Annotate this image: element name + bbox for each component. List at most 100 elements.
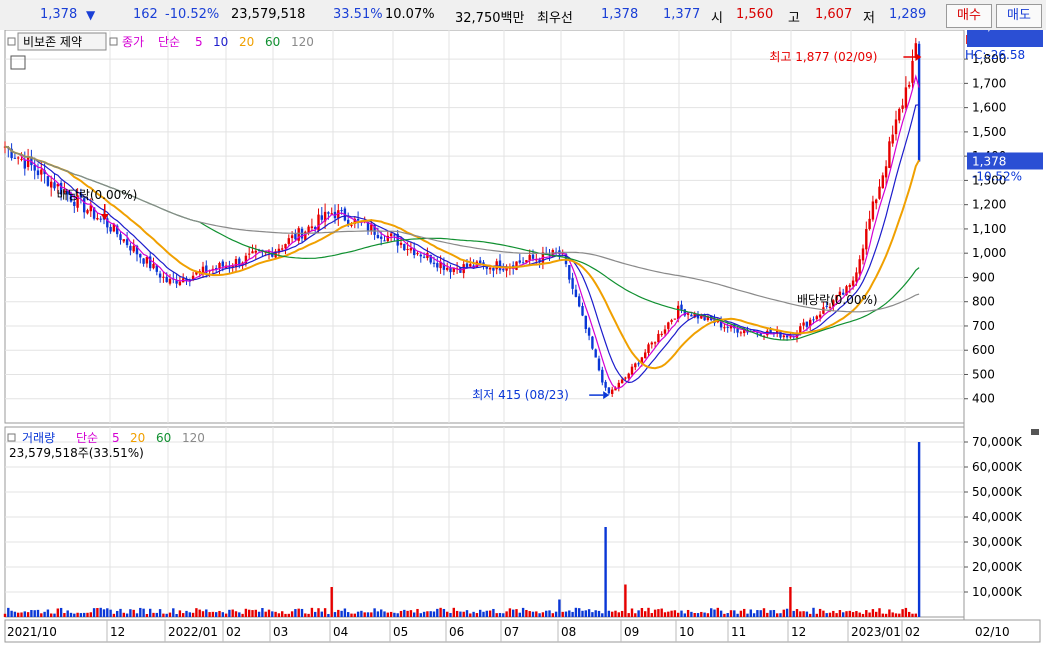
volume-bar [46, 609, 50, 617]
candle-body [868, 218, 871, 230]
candle-body [911, 60, 914, 83]
volume-bar [380, 609, 383, 617]
volume-bar [238, 612, 241, 617]
volume-bar [894, 613, 898, 617]
candle-body [891, 134, 894, 144]
candle-body [799, 326, 802, 334]
volume-bar [419, 613, 422, 617]
candle-body [340, 210, 343, 212]
candle-body [653, 342, 657, 344]
high-price: 1,607 [815, 7, 853, 22]
candle-body [281, 248, 284, 250]
volume-bar [92, 608, 96, 617]
x-axis-label: 08 [561, 625, 576, 639]
volume-bar [277, 613, 281, 617]
price-down-arrow-icon: ▼ [86, 8, 96, 22]
candle-body [736, 328, 739, 333]
volume-bar [871, 609, 875, 617]
volume-bar [182, 613, 185, 617]
volume-bar [492, 608, 495, 617]
volume-bar [228, 609, 231, 617]
volume-bar [558, 599, 561, 617]
candle-body [125, 239, 129, 246]
volume-bar [59, 607, 63, 617]
volume-bar [611, 611, 614, 617]
sell-button[interactable]: 매도 [996, 4, 1042, 28]
candle-body [436, 263, 439, 268]
candle-body [888, 141, 891, 168]
buy-button[interactable]: 매수 [946, 4, 992, 28]
volume-bar [719, 610, 723, 617]
stock-chart[interactable]: 1,8001,7001,6001,5001,4001,3001,2001,100… [0, 30, 1046, 648]
volume-bar [198, 609, 201, 617]
volume-bar [759, 610, 762, 617]
volume-bar [43, 611, 46, 617]
volume-bar [89, 612, 92, 617]
volume-legend-label: 거래량 [22, 431, 55, 445]
volume-bar [287, 613, 290, 617]
x-axis-label: 02 [226, 625, 241, 639]
candle-body [165, 276, 168, 283]
candle-body [726, 326, 729, 328]
volume-bar [271, 611, 274, 617]
volume-bar [284, 613, 287, 617]
volume-bar [442, 608, 446, 617]
volume-bar [399, 610, 403, 617]
volume-bar [66, 610, 69, 617]
candle-body [670, 320, 673, 322]
volume-bar [119, 608, 122, 617]
volume-bar [848, 610, 851, 617]
volume-bar [436, 608, 439, 617]
volume-bar [429, 611, 432, 617]
volume-bar [779, 613, 782, 617]
volume-bar [601, 613, 604, 617]
volume-bar [76, 612, 79, 617]
candle-body [518, 260, 521, 263]
volume-bar [13, 611, 17, 617]
volume-bar [799, 611, 802, 617]
volume-bar [317, 608, 320, 617]
candle-body [109, 226, 112, 232]
volume-bar [822, 610, 825, 617]
volume-tick-label: 60,000K [972, 460, 1023, 474]
candle-body [677, 305, 680, 320]
volume-bar [614, 610, 617, 617]
volume-bar [33, 610, 36, 617]
dividend-annotation-1: 배당락(0.00%) [57, 188, 138, 202]
volume-bar [294, 609, 297, 617]
price-tick-label: 1,700 [972, 76, 1006, 90]
candle-body [723, 327, 726, 329]
best-ask: 1,378 [601, 7, 639, 22]
candle-body [894, 119, 898, 135]
candle-body [86, 210, 89, 214]
volume-bar [809, 613, 812, 617]
volume-bar [647, 607, 650, 617]
volume-bar [726, 613, 729, 617]
volume-bar [667, 611, 670, 617]
volume-bar [373, 608, 376, 617]
candle-body [878, 186, 881, 199]
candle-body [789, 336, 792, 338]
price-tick-label: 1,100 [972, 222, 1006, 236]
volume-bar [30, 610, 33, 617]
volume-bar [356, 611, 360, 617]
volume-bar [149, 608, 152, 617]
volume-bar [422, 611, 426, 617]
volume-bar [195, 608, 198, 617]
candle-body [627, 373, 630, 379]
candle-body [667, 322, 670, 329]
volume-bar [875, 611, 878, 617]
volume-bar [512, 609, 515, 617]
last-ratio-label: 33.51% [972, 30, 1018, 33]
candle-body [297, 228, 300, 241]
volume-bar [729, 610, 733, 617]
volume-bar [766, 612, 769, 617]
candle-body [597, 358, 601, 371]
ma-period-label: 120 [291, 35, 314, 49]
candle-body [96, 218, 99, 220]
volume-bar [812, 607, 815, 617]
volume-bar [762, 608, 766, 617]
current-price: 1,378 [40, 7, 78, 22]
candle-body [637, 363, 640, 365]
candle-body [604, 381, 607, 388]
